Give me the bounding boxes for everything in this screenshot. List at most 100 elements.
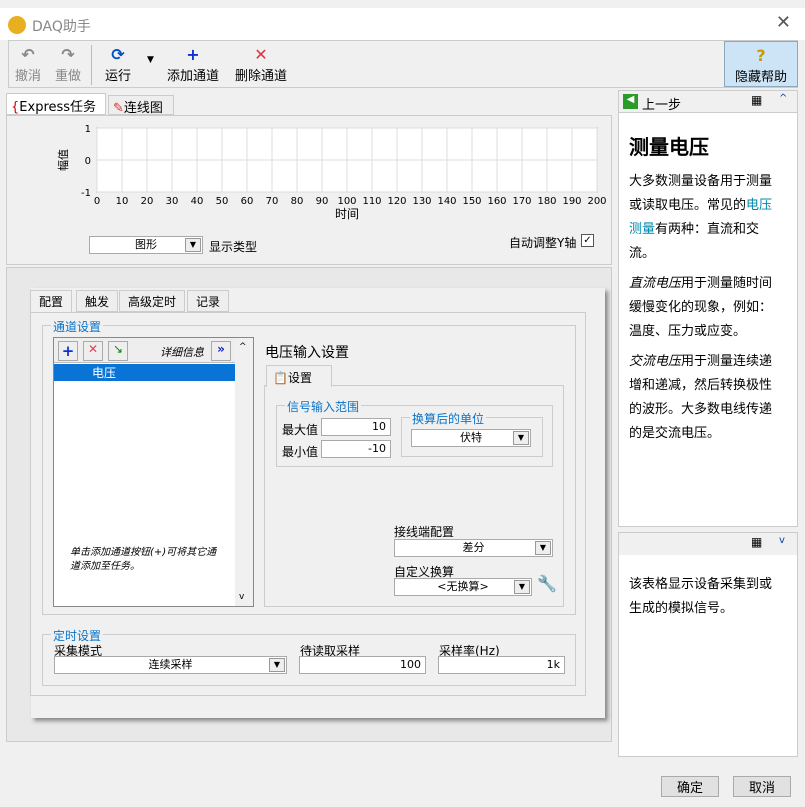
tab-settings[interactable]: 📋设置: [266, 365, 332, 387]
tab-express-task[interactable]: {Express任务: [6, 93, 106, 115]
autoscale-checkbox[interactable]: ✓: [581, 234, 594, 247]
back-icon[interactable]: ◀: [623, 94, 638, 109]
tab-label: 高级定时: [128, 295, 177, 309]
add-channel-button[interactable]: + 添加通道: [167, 45, 219, 84]
cancel-button[interactable]: 取消: [733, 776, 791, 797]
chevron-up-icon[interactable]: ^: [779, 93, 787, 104]
terminal-config-label: 接线端配置: [394, 525, 455, 539]
x-tick-label: 0: [94, 196, 100, 207]
undo-icon: ↶: [21, 45, 35, 64]
display-type-select[interactable]: 图形 ▼: [89, 236, 203, 254]
undo-button[interactable]: ↶ 撤消: [15, 45, 41, 84]
lower-help-text: 该表格显示设备采集到或生成的模拟信号。: [629, 577, 773, 616]
display-type-value: 图形: [135, 238, 157, 251]
undo-label: 撤消: [15, 69, 42, 84]
lower-header: ▦ v: [619, 533, 797, 555]
run-button[interactable]: ⟳ 运行: [105, 45, 131, 84]
run-label: 运行: [105, 69, 132, 84]
max-input[interactable]: 10: [321, 418, 391, 436]
title-bar: DAQ助手 ✕: [0, 0, 805, 40]
tab-logging[interactable]: 记录: [187, 290, 230, 312]
tab-wiring-diagram[interactable]: ✎连线图: [108, 95, 174, 116]
tab-trigger[interactable]: 触发: [76, 290, 119, 312]
add-channel-label: 添加通道: [167, 69, 220, 84]
x-tick-label: 10: [116, 196, 129, 207]
wrench-icon[interactable]: 🔧: [537, 574, 557, 593]
settings-icon: 📋: [273, 371, 288, 385]
channel-name: 电压: [92, 366, 117, 380]
app-logo-icon: [8, 16, 26, 34]
channel-list-scrollbar[interactable]: ^ v: [235, 338, 253, 606]
x-tick-label: 190: [562, 196, 581, 207]
custom-scale-select[interactable]: <无换算> ▼: [394, 578, 532, 596]
ok-button[interactable]: 确定: [661, 776, 719, 797]
x-tick-label: 60: [241, 196, 254, 207]
run-dropdown-icon[interactable]: ▼: [147, 55, 154, 65]
channel-list: + ✕ ↘ 详细信息 » 电压 单击添加通道按钮(+)可将其它通道添加至任务。 …: [53, 337, 254, 607]
remove-channel-label: 删除通道: [235, 69, 288, 84]
x-tick-label: 170: [512, 196, 531, 207]
acq-mode-select[interactable]: 连续采样 ▼: [54, 656, 287, 674]
channel-list-toolbar: + ✕ ↘ 详细信息 »: [54, 338, 235, 363]
remove-channel-icon-button[interactable]: ✕: [83, 341, 103, 361]
x-tick-label: 120: [387, 196, 406, 207]
chevron-down-icon[interactable]: v: [779, 535, 785, 546]
window-title: DAQ助手: [32, 19, 91, 35]
group-label: 信号输入范围: [285, 398, 362, 415]
hide-help-button[interactable]: ? 隐藏帮助: [724, 41, 798, 87]
window-icon[interactable]: ▦: [751, 93, 762, 107]
group-label: 通道设置: [51, 318, 104, 335]
help-content: 测量电压 大多数测量设备用于测量或读取电压。常见的电压测量有两种：直流和交流。 …: [629, 131, 774, 446]
voltage-settings-title: 电压输入设置: [265, 345, 349, 361]
samples-input[interactable]: 100: [299, 656, 426, 674]
chevron-down-icon: ▼: [269, 658, 285, 672]
y-tick-label: -1: [81, 188, 91, 199]
display-type-label: 显示类型: [209, 240, 258, 254]
units-select[interactable]: 伏特 ▼: [411, 429, 531, 447]
x-tick-label: 70: [266, 196, 279, 207]
x-tick-label: 40: [191, 196, 204, 207]
tab-advanced-timing[interactable]: 高级定时: [119, 290, 186, 312]
help-icon: ?: [756, 46, 766, 65]
help-paragraph: 直流电压用于测量随时间缓慢变化的现象，例如：温度、压力或应变。: [629, 272, 774, 344]
wiring-icon: ✎: [113, 101, 124, 116]
redo-button[interactable]: ↷ 重做: [55, 45, 81, 84]
y-tick-label: 0: [85, 156, 91, 167]
help-lower-panel: ▦ v 该表格显示设备采集到或生成的模拟信号。: [618, 532, 798, 757]
x-tick-label: 100: [337, 196, 356, 207]
tab-label: 记录: [196, 295, 221, 309]
chevron-down-icon: ▼: [514, 580, 530, 594]
channel-item-voltage[interactable]: 电压: [54, 364, 235, 381]
terminal-config-select[interactable]: 差分 ▼: [394, 539, 553, 557]
help-panel: ◀ 上一步 ▦ ^ 测量电压 大多数测量设备用于测量或读取电压。常见的电压测量有…: [618, 90, 798, 527]
units-value: 伏特: [460, 431, 482, 444]
tab-config[interactable]: 配置: [30, 290, 73, 314]
remove-channel-button[interactable]: ✕ 删除通道: [235, 45, 287, 84]
min-input[interactable]: -10: [321, 440, 391, 458]
help-paragraph: 大多数测量设备用于测量或读取电压。常见的电压测量有两种：直流和交流。: [629, 170, 774, 266]
redo-label: 重做: [55, 69, 82, 84]
divider: [91, 45, 92, 85]
close-icon[interactable]: ✕: [776, 12, 791, 33]
x-icon: ✕: [254, 45, 268, 64]
rename-channel-icon-button[interactable]: ↘: [108, 341, 128, 361]
x-tick-label: 50: [216, 196, 229, 207]
x-tick-label: 90: [316, 196, 329, 207]
add-channel-icon-button[interactable]: +: [58, 341, 78, 361]
expand-details-icon[interactable]: »: [211, 341, 231, 361]
window-icon[interactable]: ▦: [751, 535, 762, 549]
toolbar: ↶ 撤消 ↷ 重做 ⟳ 运行 ▼ + 添加通道 ✕ 删除通道 ? 隐藏帮助: [8, 40, 798, 88]
rate-input[interactable]: 1k: [438, 656, 565, 674]
x-axis-label: 时间: [335, 207, 359, 221]
min-label: 最小值: [282, 445, 319, 459]
details-label: 详细信息: [160, 346, 204, 359]
back-link[interactable]: 上一步: [642, 94, 681, 113]
y-axis-label: 幅值: [57, 149, 70, 171]
graph-panel: 0 10 20 30 40 50 60 70 80 90 100 110 120 130 140 150 160…: [6, 115, 612, 265]
help-header: ◀ 上一步 ▦ ^: [619, 91, 797, 113]
text: 直流电压: [629, 276, 682, 291]
chevron-down-icon: ▼: [535, 541, 551, 555]
x-tick-label: 130: [412, 196, 431, 207]
x-tick-label: 30: [166, 196, 179, 207]
x-tick-label: 160: [487, 196, 506, 207]
